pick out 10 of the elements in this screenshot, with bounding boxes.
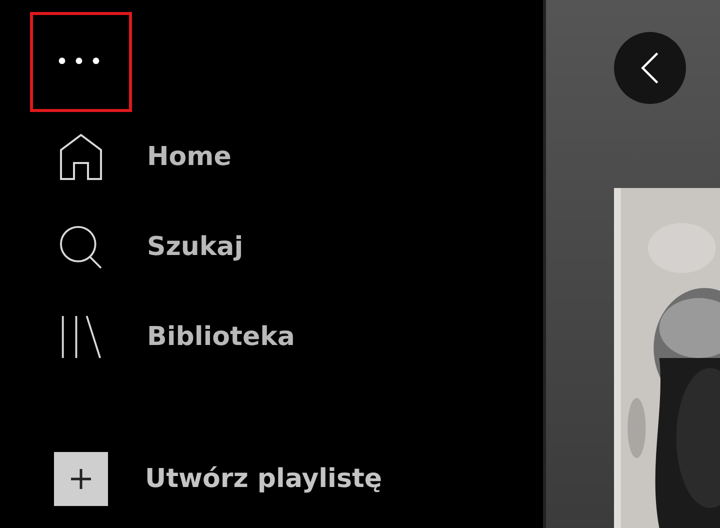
nav-item[interactable]: Szukaj [30, 202, 244, 292]
nav-item[interactable]: Biblioteka [30, 292, 295, 382]
nav-item[interactable]: Home [30, 112, 232, 202]
search-icon [60, 224, 102, 270]
more-button[interactable]: ••• [30, 12, 132, 112]
create-playlist-item[interactable]: Utwórz playlistę [30, 452, 382, 506]
library-icon [60, 314, 102, 360]
plus-icon [54, 452, 108, 506]
home-icon [60, 134, 102, 180]
chevron-left-icon [639, 51, 661, 85]
